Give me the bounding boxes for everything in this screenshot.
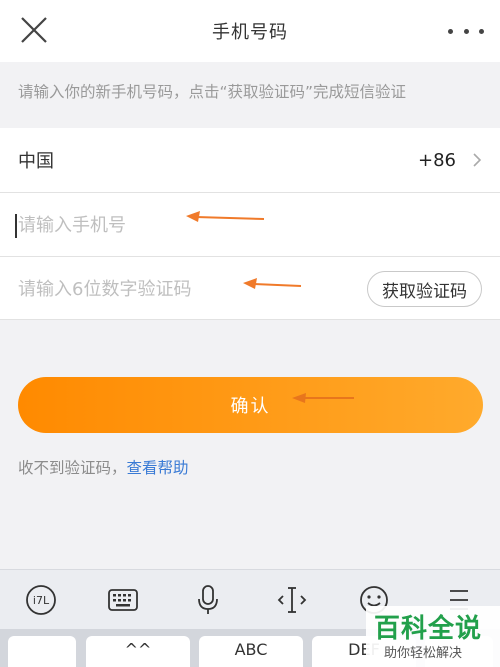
annotation-arrow (292, 393, 354, 403)
microphone-icon[interactable] (191, 583, 225, 617)
watermark: 百科全说 助你轻松解决 (366, 606, 500, 667)
view-help-link[interactable]: 查看帮助 (127, 459, 189, 477)
watermark-subtitle: 助你轻松解决 (384, 646, 463, 661)
handwriting-icon[interactable]: i7L (24, 583, 58, 617)
annotation-arrow (243, 278, 302, 289)
page-title: 手机号码 (212, 22, 288, 43)
text-cursor-icon[interactable] (275, 583, 309, 617)
top-bar: 手机号码 (0, 0, 500, 62)
country-label: 中国 (18, 151, 54, 172)
code-placeholder: 请输入6位数字验证码 (18, 279, 192, 300)
chevron-right-icon (473, 153, 482, 167)
annotation-arrow (186, 211, 265, 222)
instruction-text: 请输入你的新手机号码，点击“获取验证码”完成短信验证 (0, 62, 500, 126)
keyboard-key[interactable]: ABC (199, 636, 303, 667)
more-options-icon[interactable] (448, 27, 484, 35)
phone-placeholder: 请输入手机号 (18, 215, 126, 236)
confirm-button[interactable]: 确认 (18, 377, 483, 433)
divider (0, 319, 500, 320)
get-code-button[interactable]: 获取验证码 (367, 271, 482, 307)
help-prefix: 收不到验证码， (18, 459, 127, 477)
keyboard-icon[interactable] (106, 583, 140, 617)
keyboard-key[interactable]: ^^ (86, 636, 190, 667)
help-text: 收不到验证码，查看帮助 (18, 456, 189, 478)
country-code: +86 (418, 149, 456, 171)
watermark-title: 百科全说 (374, 614, 483, 644)
phone-input-field[interactable]: 请输入手机号 (0, 192, 500, 256)
svg-text:i7L: i7L (33, 594, 50, 607)
close-icon[interactable] (18, 14, 50, 46)
keyboard-key[interactable] (8, 636, 76, 667)
text-caret (15, 214, 17, 238)
country-selector[interactable]: 中国 +86 (0, 128, 500, 192)
